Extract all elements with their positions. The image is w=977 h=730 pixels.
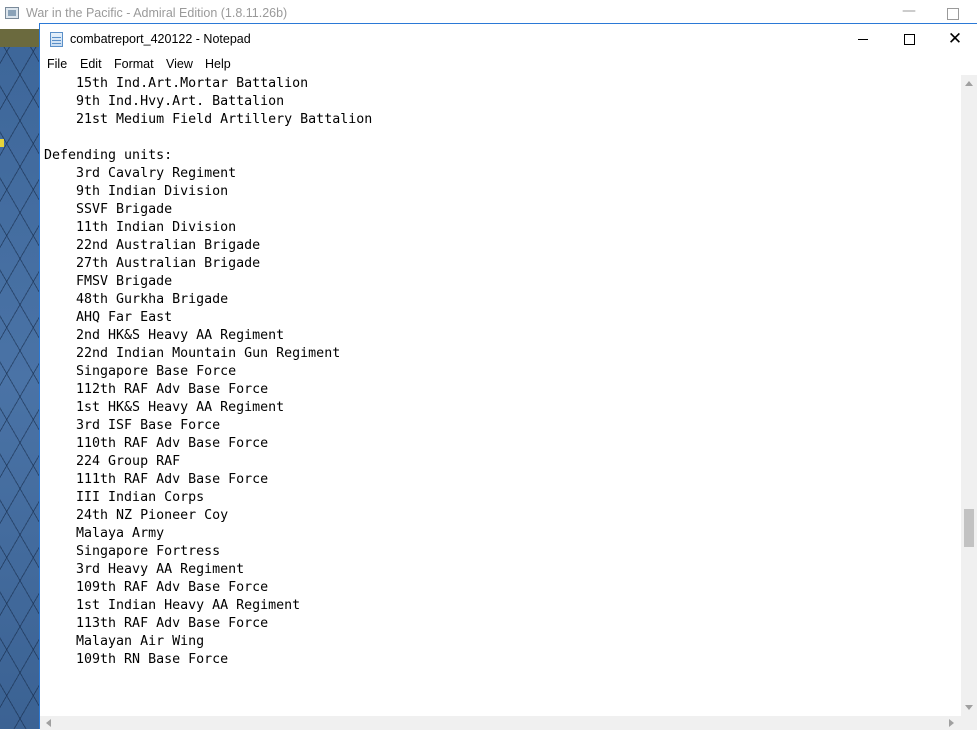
scroll-up-arrow-icon[interactable] xyxy=(965,81,973,86)
maximize-button[interactable] xyxy=(886,24,932,55)
text-line: 27th Australian Brigade xyxy=(44,256,261,271)
text-line: Singapore Base Force xyxy=(44,364,237,379)
menu-format[interactable]: Format xyxy=(114,57,154,71)
text-line: 24th NZ Pioneer Coy xyxy=(44,508,229,523)
text-line: 15th Ind.Art.Mortar Battalion xyxy=(44,76,309,91)
text-line: 224 Group RAF xyxy=(44,454,181,469)
text-line: III Indian Corps xyxy=(44,490,205,505)
text-line: 3rd Heavy AA Regiment xyxy=(44,562,245,577)
text-line: 21st Medium Field Artillery Battalion xyxy=(44,112,373,127)
maximize-icon xyxy=(903,34,915,45)
vertical-scroll-thumb[interactable] xyxy=(964,509,974,547)
text-line: 11th Indian Division xyxy=(44,220,237,235)
notepad-titlebar[interactable]: combatreport_420122 - Notepad ✕ xyxy=(40,24,977,55)
text-line: AHQ Far East xyxy=(44,310,173,325)
text-line: Defending units: xyxy=(44,148,173,163)
minimize-icon xyxy=(858,39,868,40)
game-app-icon xyxy=(5,7,19,19)
text-line: Malayan Air Wing xyxy=(44,634,205,649)
notepad-icon xyxy=(50,32,63,47)
text-editor-area[interactable]: 15th Ind.Art.Mortar Battalion 9th Ind.Hv… xyxy=(40,75,960,716)
text-line: 22nd Australian Brigade xyxy=(44,238,261,253)
scroll-right-arrow-icon[interactable] xyxy=(949,719,954,727)
horizontal-scrollbar[interactable] xyxy=(40,716,960,730)
background-minimize-icon[interactable]: — xyxy=(902,3,916,19)
text-line: 3rd ISF Base Force xyxy=(44,418,221,433)
text-line: 1st Indian Heavy AA Regiment xyxy=(44,598,301,613)
text-line: Singapore Fortress xyxy=(44,544,221,559)
text-line: 3rd Cavalry Regiment xyxy=(44,166,237,181)
menu-help[interactable]: Help xyxy=(205,57,231,71)
game-map-area[interactable] xyxy=(0,29,40,729)
notepad-title: combatreport_420122 - Notepad xyxy=(70,32,251,46)
text-line: 109th RAF Adv Base Force xyxy=(44,580,269,595)
scroll-down-arrow-icon[interactable] xyxy=(965,705,973,710)
close-icon: ✕ xyxy=(947,29,963,49)
text-line: Malaya Army xyxy=(44,526,165,541)
text-line: 48th Gurkha Brigade xyxy=(44,292,229,307)
text-line: 9th Indian Division xyxy=(44,184,229,199)
text-line: 110th RAF Adv Base Force xyxy=(44,436,269,451)
background-maximize-icon[interactable] xyxy=(947,8,959,20)
text-line: 111th RAF Adv Base Force xyxy=(44,472,269,487)
scroll-left-arrow-icon[interactable] xyxy=(46,719,51,727)
text-line: 9th Ind.Hvy.Art. Battalion xyxy=(44,94,285,109)
text-line: 109th RN Base Force xyxy=(44,652,229,667)
map-land-tile xyxy=(0,29,40,47)
menu-file[interactable]: File xyxy=(47,57,67,71)
text-line: FMSV Brigade xyxy=(44,274,173,289)
text-line: 113th RAF Adv Base Force xyxy=(44,616,269,631)
notepad-window: combatreport_420122 - Notepad ✕ File Edi… xyxy=(39,23,977,730)
text-line: SSVF Brigade xyxy=(44,202,173,217)
text-line: 112th RAF Adv Base Force xyxy=(44,382,269,397)
close-button[interactable]: ✕ xyxy=(932,24,977,55)
text-line: 2nd HK&S Heavy AA Regiment xyxy=(44,328,285,343)
menu-edit[interactable]: Edit xyxy=(80,57,102,71)
menu-view[interactable]: View xyxy=(166,57,193,71)
menu-bar: File Edit Format View Help xyxy=(40,55,977,75)
background-window-title: War in the Pacific - Admiral Edition (1.… xyxy=(26,6,288,20)
text-line: 1st HK&S Heavy AA Regiment xyxy=(44,400,285,415)
minimize-button[interactable] xyxy=(840,24,886,55)
map-unit-marker xyxy=(0,139,4,147)
text-line: 22nd Indian Mountain Gun Regiment xyxy=(44,346,341,361)
vertical-scrollbar[interactable] xyxy=(960,75,977,716)
scrollbar-corner xyxy=(960,716,977,730)
